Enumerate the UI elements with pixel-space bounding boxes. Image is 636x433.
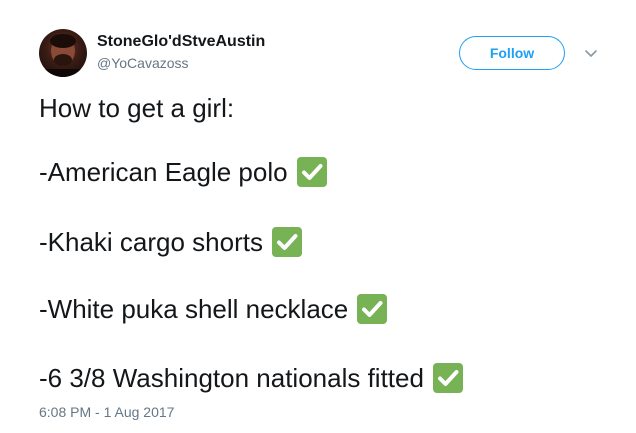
white-heavy-check-mark-icon bbox=[271, 227, 302, 257]
chevron-down-icon[interactable] bbox=[583, 45, 599, 61]
tweet-line-text: -6 3/8 Washington nationals fitted bbox=[39, 363, 424, 393]
tweet-line-item: -Khaki cargo shorts bbox=[39, 226, 302, 258]
tweet-line-item: -American Eagle polo bbox=[39, 156, 327, 188]
follow-button[interactable]: Follow bbox=[459, 36, 565, 70]
tweet-line-heading: How to get a girl: bbox=[39, 92, 234, 124]
avatar[interactable] bbox=[39, 29, 87, 77]
tweet-line-item: -6 3/8 Washington nationals fitted bbox=[39, 362, 463, 394]
tweet-line-text: -American Eagle polo bbox=[39, 157, 288, 187]
white-heavy-check-mark-icon bbox=[432, 363, 463, 393]
author-handle[interactable]: @YoCavazoss bbox=[97, 55, 189, 71]
tweet-timestamp[interactable]: 6:08 PM - 1 Aug 2017 bbox=[39, 404, 174, 420]
white-heavy-check-mark-icon bbox=[296, 157, 327, 187]
tweet-line-text: How to get a girl: bbox=[39, 93, 235, 123]
tweet-line-text: -Khaki cargo shorts bbox=[39, 227, 263, 257]
tweet-line-item: -White puka shell necklace bbox=[39, 293, 388, 325]
avatar-photo bbox=[43, 34, 83, 77]
tweet-line-text: -White puka shell necklace bbox=[39, 294, 349, 324]
author-display-name[interactable]: StoneGlo'dStveAustin bbox=[97, 33, 265, 51]
white-heavy-check-mark-icon bbox=[357, 294, 388, 324]
